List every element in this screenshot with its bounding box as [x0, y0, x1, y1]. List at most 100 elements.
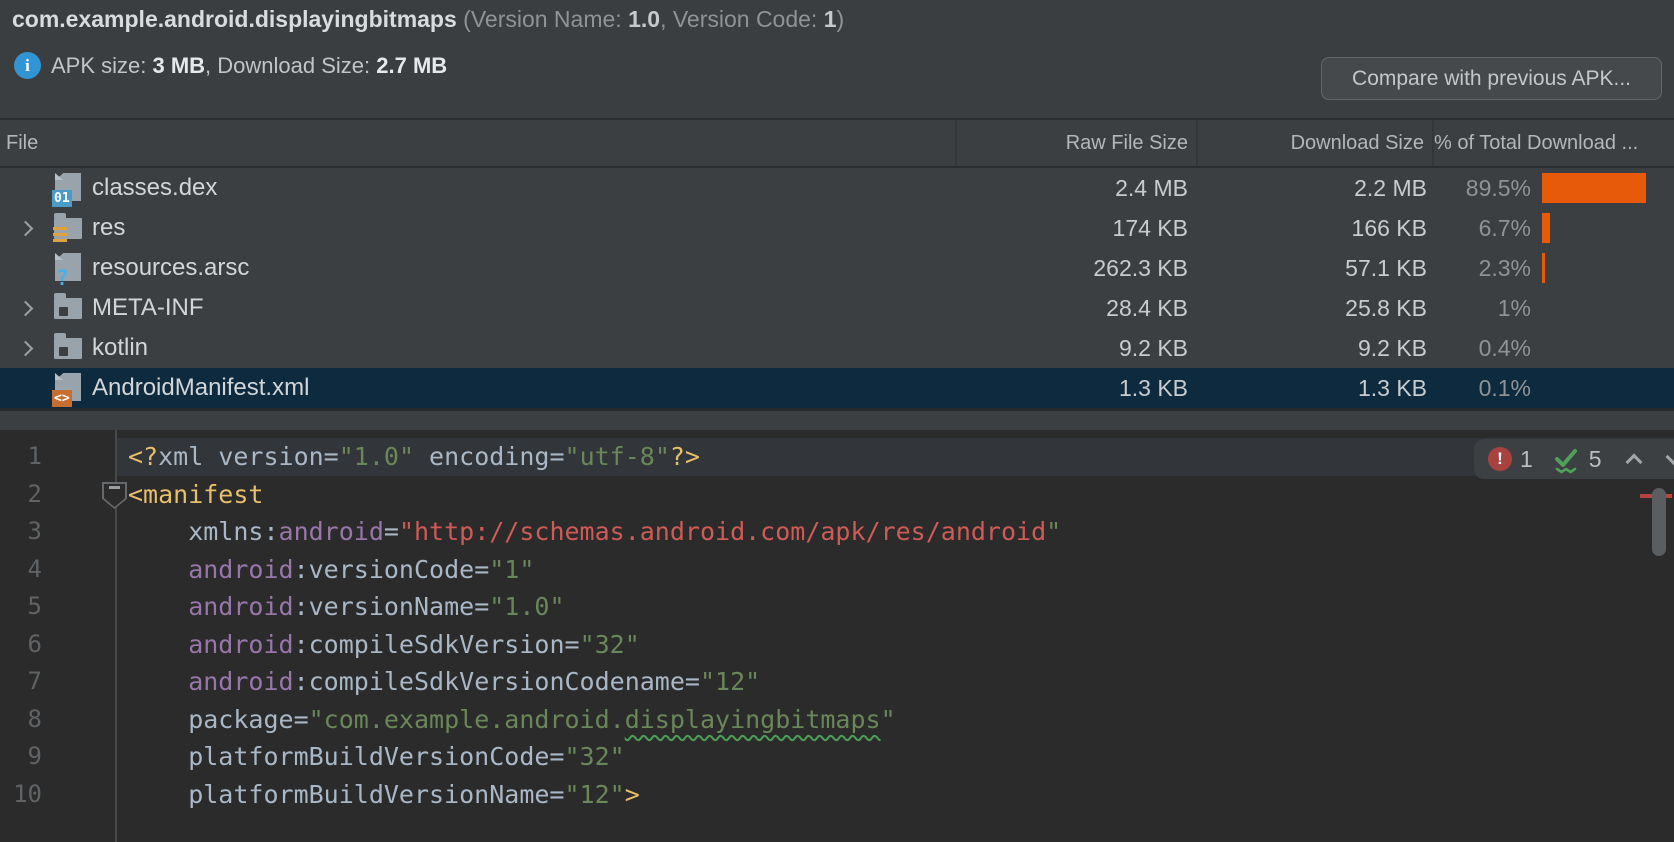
- res-lines: [53, 224, 67, 242]
- column-header-raw-file-size[interactable]: Raw File Size: [955, 120, 1196, 166]
- inspections-widget: ! 1 5: [1474, 439, 1674, 479]
- column-header-download-size[interactable]: Download Size: [1196, 120, 1432, 166]
- column-header-percent-of-total-download[interactable]: % of Total Download ...: [1432, 120, 1674, 166]
- code-area[interactable]: 1<?xml version="1.0" encoding="utf-8"?>2…: [0, 438, 1674, 813]
- code-fold-toggle[interactable]: [102, 482, 127, 509]
- file-type-badge: ?: [54, 265, 71, 288]
- res-folder-icon: [52, 211, 84, 245]
- code-token: "32": [565, 742, 625, 771]
- error-icon[interactable]: !: [1488, 447, 1512, 471]
- check-squiggle-icon[interactable]: [1551, 444, 1581, 474]
- res-line: [53, 239, 67, 243]
- raw-file-size-cell: 174 KB: [955, 208, 1196, 248]
- table-row[interactable]: META-INF28.4 KB25.8 KB1%: [0, 288, 1674, 328]
- raw-file-size-cell: 28.4 KB: [955, 288, 1196, 328]
- file-name-label: AndroidManifest.xml: [92, 374, 309, 402]
- code-token: platformBuildVersionCode=: [128, 742, 565, 771]
- code-line[interactable]: 2 <manifest: [0, 476, 1674, 514]
- code-line[interactable]: 8 package="com.example.android.displayin…: [0, 701, 1674, 739]
- download-size-value: 2.7 MB: [376, 53, 447, 78]
- code-line[interactable]: 6 android:compileSdkVersion="32": [0, 626, 1674, 664]
- twisty-box: [14, 343, 52, 354]
- code-text: platformBuildVersionCode="32": [128, 738, 625, 776]
- percent-bar-track: [1542, 253, 1658, 283]
- percent-cell: 89.5%: [1432, 168, 1674, 208]
- code-text: android:versionCode="1": [128, 551, 534, 589]
- download-size-cell: 25.8 KB: [1196, 288, 1432, 328]
- code-line[interactable]: 10 platformBuildVersionName="12">: [0, 776, 1674, 814]
- folder-icon: [52, 291, 84, 325]
- percent-cell: 6.7%: [1432, 208, 1674, 248]
- expand-chevron-icon[interactable]: [18, 220, 34, 236]
- table-row[interactable]: <>AndroidManifest.xml1.3 KB1.3 KB0.1%: [0, 368, 1674, 408]
- line-number: 1: [0, 438, 42, 476]
- version-suffix: ): [837, 6, 845, 32]
- code-token: android: [128, 630, 294, 659]
- line-number: 2: [0, 476, 42, 514]
- column-header-file[interactable]: File: [0, 120, 955, 166]
- line-number: 8: [0, 701, 42, 739]
- file-type-badge: <>: [52, 390, 72, 407]
- code-token: android: [128, 667, 294, 696]
- code-line[interactable]: 9 platformBuildVersionCode="32": [0, 738, 1674, 776]
- download-size-cell: 2.2 MB: [1196, 168, 1432, 208]
- percent-cell: 0.1%: [1432, 368, 1674, 408]
- percent-bar: [1542, 173, 1646, 203]
- percent-label: 2.3%: [1432, 255, 1531, 282]
- compare-with-previous-apk-button[interactable]: Compare with previous APK...: [1321, 57, 1662, 100]
- line-number: 4: [0, 551, 42, 589]
- percent-bar-track: [1542, 173, 1658, 203]
- code-line[interactable]: 4 android:versionCode="1": [0, 551, 1674, 589]
- code-token: ": [881, 705, 896, 734]
- code-token: "utf-8": [565, 442, 670, 471]
- app-id: com.example.android.displayingbitmaps: [12, 6, 457, 32]
- table-row[interactable]: kotlin9.2 KB9.2 KB0.4%: [0, 328, 1674, 368]
- expand-chevron-icon[interactable]: [18, 340, 34, 356]
- previous-problem-button[interactable]: [1625, 453, 1642, 470]
- percent-bar-track: [1542, 333, 1658, 363]
- code-text: <?xml version="1.0" encoding="utf-8"?>: [128, 438, 700, 476]
- apk-file-table: File Raw File Size Download Size % of To…: [0, 118, 1674, 408]
- line-number: 3: [0, 513, 42, 551]
- percent-bar-track: [1542, 373, 1658, 403]
- table-row[interactable]: 01classes.dex2.4 MB2.2 MB89.5%: [0, 168, 1674, 208]
- expand-chevron-icon[interactable]: [18, 300, 34, 316]
- code-line[interactable]: 1 <?xml version="1.0" encoding="utf-8"?>: [0, 438, 1674, 476]
- next-problem-button[interactable]: [1665, 448, 1674, 465]
- percent-bar-track: [1542, 213, 1658, 243]
- editor-scrollbar-thumb[interactable]: [1652, 488, 1666, 556]
- fold-minus-icon: [109, 486, 120, 489]
- manifest-file-icon: <>: [52, 371, 84, 405]
- percent-cell: 1%: [1432, 288, 1674, 328]
- percent-cell: 2.3%: [1432, 248, 1674, 288]
- code-token: ": [1046, 517, 1061, 546]
- res-line: [53, 233, 67, 237]
- code-text: <manifest: [128, 476, 263, 514]
- table-row[interactable]: ?resources.arsc262.3 KB57.1 KB2.3%: [0, 248, 1674, 288]
- code-token: =: [384, 517, 399, 546]
- folder-hole: [59, 307, 68, 316]
- line-number: 10: [0, 776, 42, 814]
- code-token: package=: [128, 705, 309, 734]
- percent-label: 6.7%: [1432, 215, 1531, 242]
- code-line[interactable]: 3 xmlns:android="http://schemas.android.…: [0, 513, 1674, 551]
- raw-file-size-cell: 9.2 KB: [955, 328, 1196, 368]
- table-row[interactable]: res174 KB166 KB6.7%: [0, 208, 1674, 248]
- percent-bar: [1542, 253, 1545, 283]
- percent-label: 0.4%: [1432, 335, 1531, 362]
- twisty-box: [14, 223, 52, 234]
- file-name-label: classes.dex: [92, 174, 217, 202]
- code-line[interactable]: 5 android:versionName="1.0": [0, 588, 1674, 626]
- code-token: android: [279, 517, 384, 546]
- code-token: "http://schemas.android.com/apk/res/andr…: [399, 517, 1046, 546]
- code-line[interactable]: 7 android:compileSdkVersionCodename="12": [0, 663, 1674, 701]
- code-text: android:compileSdkVersionCodename="12": [128, 663, 760, 701]
- percent-cell: 0.4%: [1432, 328, 1674, 368]
- code-token: "12": [700, 667, 760, 696]
- manifest-editor[interactable]: 1<?xml version="1.0" encoding="utf-8"?>2…: [0, 430, 1674, 842]
- file-name-cell: ?resources.arsc: [0, 248, 955, 288]
- code-token: xml version=: [158, 442, 339, 471]
- folder-hole: [59, 347, 68, 356]
- raw-file-size-cell: 2.4 MB: [955, 168, 1196, 208]
- code-text: xmlns:android="http://schemas.android.co…: [128, 513, 1061, 551]
